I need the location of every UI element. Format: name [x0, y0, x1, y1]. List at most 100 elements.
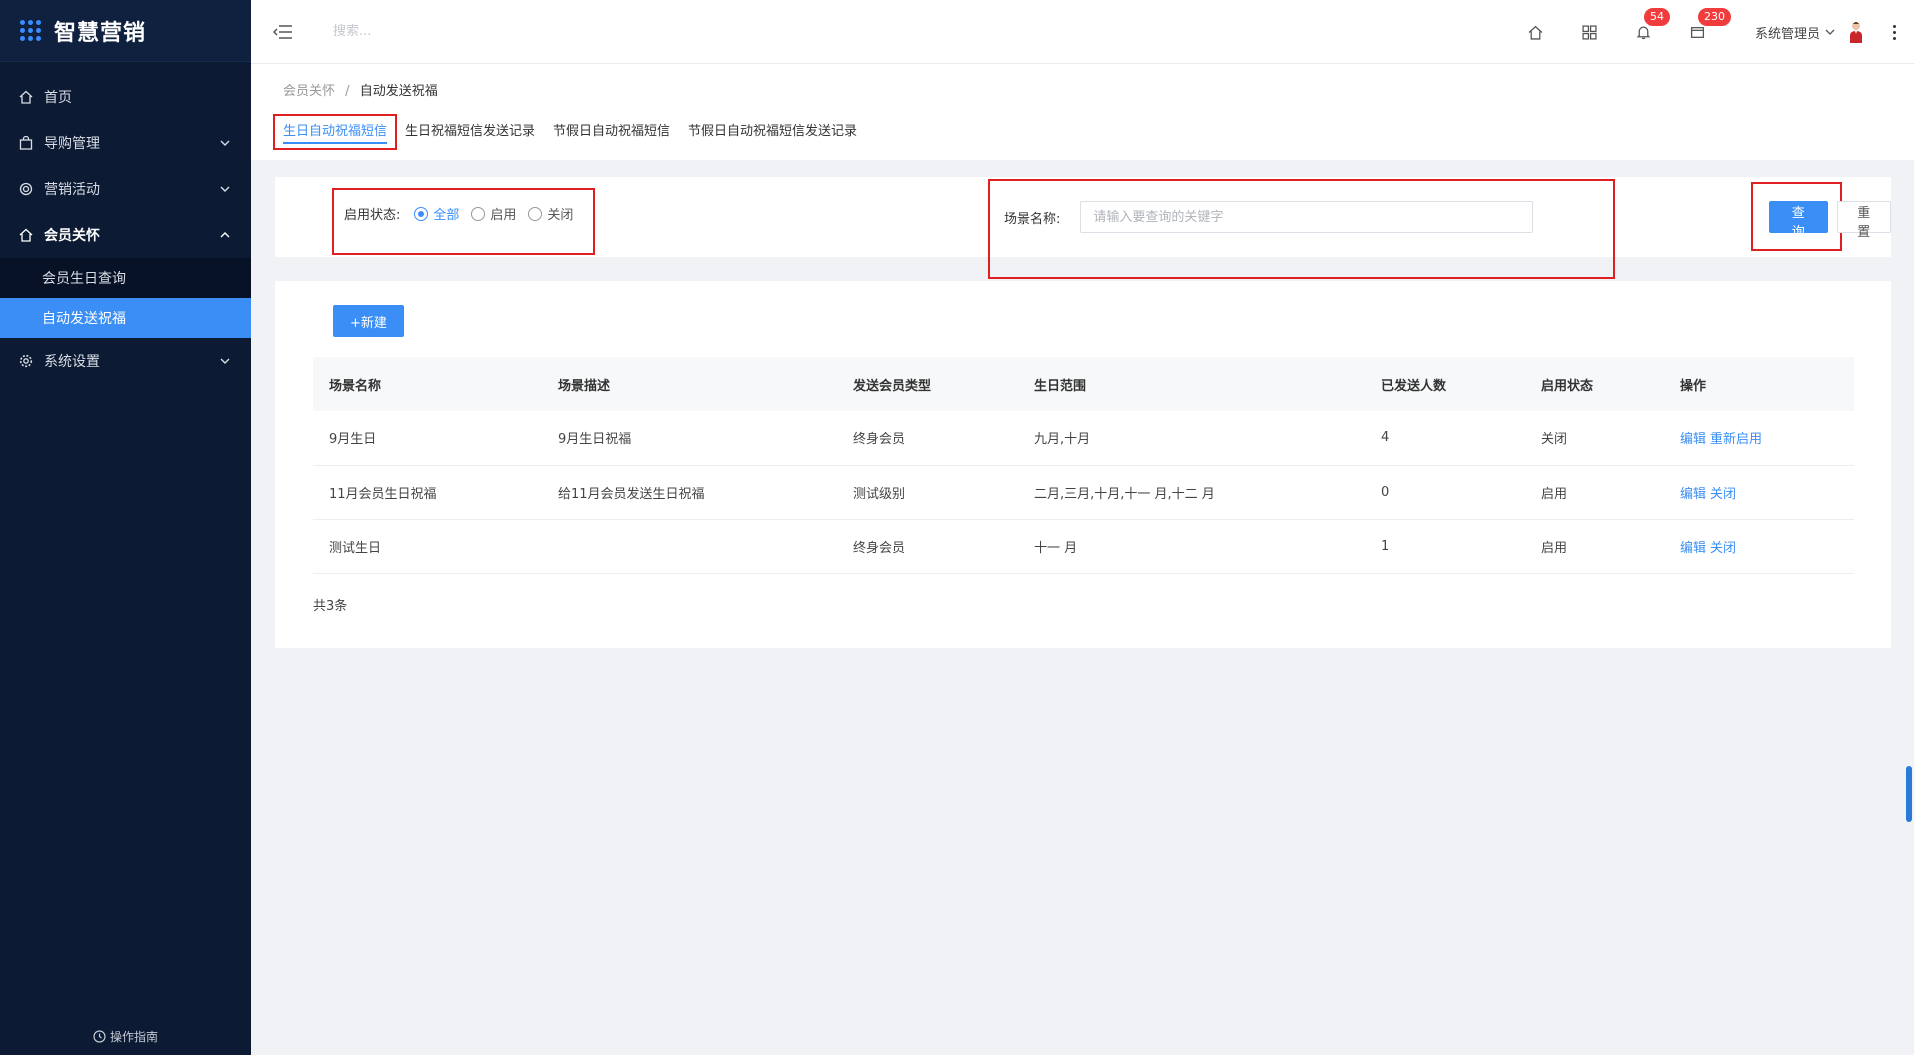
cell-status: 关闭 — [1541, 432, 1568, 448]
radio-enabled-label: 启用 — [490, 208, 517, 223]
sidebar-item-label: 导购管理 — [44, 136, 100, 152]
bag-icon — [18, 135, 34, 151]
cell-sent-count: 1 — [1381, 538, 1390, 554]
scene-filter-label: 场景名称: — [1004, 211, 1061, 227]
app-name: 智慧营销 — [54, 20, 147, 46]
chevron-down-icon — [220, 186, 230, 192]
tab-birthday-sms-records[interactable]: 生日祝福短信发送记录 — [397, 116, 543, 148]
cell-member-type: 终身会员 — [853, 540, 906, 556]
table-header-row: 场景名称 场景描述 发送会员类型 生日范围 已发送人数 启用状态 操作 — [313, 357, 1854, 411]
user-name: 系统管理员 — [1754, 26, 1820, 42]
sidebar-menu: 首页 导购管理 营销活动 会员关怀 会员生日查询 自动发送祝福 系统设置 — [0, 74, 251, 384]
breadcrumb-parent[interactable]: 会员关怀 — [283, 84, 335, 99]
app-logo[interactable]: 智慧营销 — [0, 0, 251, 62]
cell-member-type: 测试级别 — [853, 486, 906, 502]
tab-birthday-sms[interactable]: 生日自动祝福短信 — [272, 114, 398, 150]
home-icon — [18, 227, 34, 243]
grid-logo-icon — [20, 19, 42, 42]
bell-icon[interactable]: 54 — [1634, 8, 1670, 42]
cell-actions: 编辑 关闭 — [1664, 465, 1854, 519]
chevron-up-icon — [220, 232, 230, 238]
reset-button[interactable]: 重置 — [1836, 201, 1891, 240]
cell-scene-name: 11月会员生日祝福 — [329, 486, 437, 502]
cell-scene-name: 9月生日 — [329, 432, 377, 448]
radio-all[interactable]: 全部 — [414, 204, 459, 223]
column-header: 已发送人数 — [1381, 378, 1447, 394]
target-icon — [18, 181, 34, 197]
header-actions: 54 230 系统管理员 — [1509, 0, 1914, 64]
cell-scene-name: 测试生日 — [329, 540, 382, 556]
table-row: 11月会员生日祝福 给11月会员发送生日祝福 测试级别 二月,三月,十月,十一 … — [313, 465, 1854, 519]
add-new-button[interactable]: +新建 — [333, 305, 404, 337]
column-header: 场景描述 — [558, 378, 611, 394]
column-header: 发送会员类型 — [853, 378, 932, 394]
radio-all-label: 全部 — [433, 208, 460, 223]
edit-link[interactable]: 编辑 — [1680, 432, 1706, 447]
scene-filter: 场景名称: — [1004, 201, 1534, 233]
close-link[interactable]: 关闭 — [1710, 541, 1736, 556]
greeting-table: 场景名称 场景描述 发送会员类型 生日范围 已发送人数 启用状态 操作 9月生日… — [313, 357, 1854, 574]
table-row: 测试生日 终身会员 十一 月 1 启用 编辑 关闭 — [313, 519, 1854, 573]
edit-link[interactable]: 编辑 — [1680, 487, 1706, 502]
cell-scene-desc — [542, 519, 837, 573]
page-header: 会员关怀 / 自动发送祝福 生日自动祝福短信 生日祝福短信发送记录 节假日自动祝… — [251, 64, 1914, 160]
status-filter: 启用状态: 全部 启用 关闭 — [344, 204, 585, 223]
search-input[interactable] — [333, 24, 633, 39]
sidebar-item-auto-greeting[interactable]: 自动发送祝福 — [0, 298, 251, 338]
sidebar-item-home[interactable]: 首页 — [0, 74, 251, 120]
sidebar-item-member-care[interactable]: 会员关怀 — [0, 212, 251, 258]
filter-panel: 启用状态: 全部 启用 关闭 场景名称: 查询 重置 — [275, 177, 1891, 279]
tab-holiday-sms[interactable]: 节假日自动祝福短信 — [545, 116, 678, 148]
breadcrumb-separator: / — [345, 84, 350, 99]
sidebar-item-marketing[interactable]: 营销活动 — [0, 166, 251, 212]
top-header: 54 230 系统管理员 — [251, 0, 1914, 64]
sidebar-item-label: 营销活动 — [44, 182, 100, 198]
home-icon[interactable] — [1526, 22, 1546, 42]
close-link[interactable]: 关闭 — [1710, 487, 1736, 502]
cell-actions: 编辑 重新启用 — [1664, 411, 1854, 465]
sidebar-item-label: 会员关怀 — [44, 228, 100, 244]
sidebar-item-settings[interactable]: 系统设置 — [0, 338, 251, 384]
notification-badge: 54 — [1643, 8, 1670, 26]
cell-sent-count: 0 — [1381, 484, 1390, 500]
scrollbar-thumb[interactable] — [1906, 766, 1912, 822]
chevron-down-icon — [1825, 29, 1835, 35]
chevron-down-icon — [220, 140, 230, 146]
sidebar: 智慧营销 首页 导购管理 营销活动 会员关怀 会员生日查询 自动发送祝福 系统设… — [0, 0, 251, 1055]
edit-link[interactable]: 编辑 — [1680, 541, 1706, 556]
cell-status: 启用 — [1541, 540, 1568, 556]
more-vertical-icon[interactable] — [1884, 22, 1904, 42]
gear-icon — [18, 353, 34, 369]
cell-birthday-range: 二月,三月,十月,十一 月,十二 月 — [1034, 486, 1215, 502]
sidebar-submenu-member-care: 会员生日查询 自动发送祝福 — [0, 258, 251, 338]
message-icon[interactable]: 230 — [1688, 8, 1731, 42]
apps-grid-icon[interactable] — [1580, 22, 1600, 42]
breadcrumb-current: 自动发送祝福 — [359, 84, 438, 99]
filter-actions: 查询 重置 — [1769, 201, 1891, 240]
re-enable-link[interactable]: 重新启用 — [1710, 432, 1762, 447]
column-header: 场景名称 — [329, 378, 382, 394]
sidebar-item-guide-management[interactable]: 导购管理 — [0, 120, 251, 166]
query-button[interactable]: 查询 — [1769, 201, 1828, 240]
cell-birthday-range: 十一 月 — [1034, 540, 1078, 556]
clock-icon — [93, 1030, 106, 1043]
user-menu[interactable]: 系统管理员 — [1755, 21, 1864, 43]
table-card: +新建 场景名称 场景描述 发送会员类型 生日范围 已发送人数 启用状态 操作 … — [275, 281, 1891, 648]
main-content: 会员关怀 / 自动发送祝福 生日自动祝福短信 生日祝福短信发送记录 节假日自动祝… — [251, 64, 1914, 1055]
operation-guide-link[interactable]: 操作指南 — [0, 1028, 251, 1045]
radio-closed[interactable]: 关闭 — [528, 204, 573, 223]
breadcrumb: 会员关怀 / 自动发送祝福 — [283, 80, 438, 99]
scene-name-input[interactable] — [1080, 201, 1534, 233]
cell-status: 启用 — [1541, 486, 1568, 502]
menu-collapse-icon[interactable] — [273, 24, 293, 40]
tab-holiday-sms-records[interactable]: 节假日自动祝福短信发送记录 — [680, 116, 865, 148]
radio-closed-label: 关闭 — [547, 208, 574, 223]
radio-enabled[interactable]: 启用 — [471, 204, 516, 223]
chevron-down-icon — [220, 358, 230, 364]
cell-member-type: 终身会员 — [853, 432, 906, 448]
sidebar-item-birthday-query[interactable]: 会员生日查询 — [0, 258, 251, 298]
column-header: 操作 — [1680, 378, 1707, 394]
table-row: 9月生日 9月生日祝福 终身会员 九月,十月 4 关闭 编辑 重新启用 — [313, 411, 1854, 465]
cell-actions: 编辑 关闭 — [1664, 519, 1854, 573]
avatar — [1850, 22, 1862, 43]
